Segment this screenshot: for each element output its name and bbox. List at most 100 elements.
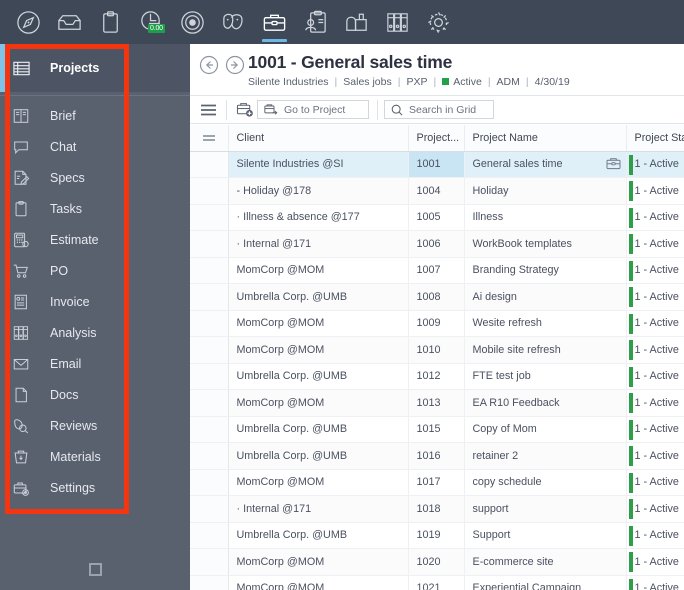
status-indicator-bar: [628, 446, 633, 466]
column-header-handle[interactable]: [190, 125, 229, 152]
sidebar-item-settings[interactable]: Settings: [0, 472, 190, 503]
masks-icon[interactable]: [213, 0, 254, 44]
status-indicator-bar: [628, 154, 633, 175]
search-icon: [391, 104, 403, 116]
goto-project-label: Go to Project: [284, 103, 346, 116]
table-row[interactable]: Silente Industries @SI 1001 General sales …: [190, 151, 684, 178]
sidebar: Projects Brief Chat Specs Tasks Estimate…: [0, 44, 190, 590]
table-row[interactable]: Umbrella Corp. @UMB 1015 Copy of Mom 1 - Ac…: [190, 416, 684, 443]
table-row[interactable]: · Illness & absence @177 1005 Illness 1 - A…: [190, 204, 684, 231]
row-handle[interactable]: [190, 495, 229, 523]
cell-project-number: 1008: [408, 283, 465, 311]
binders-icon: [12, 322, 38, 344]
status-indicator-bar: [628, 366, 633, 387]
table-row[interactable]: - Holiday @178 1004 Holiday 1 - Active: [190, 177, 684, 205]
envelope-icon: [12, 353, 38, 375]
status-label: 1 - Active: [634, 237, 679, 250]
sidebar-item-tasks[interactable]: Tasks: [0, 193, 190, 224]
cell-project-status: 1 - Active: [626, 257, 684, 284]
table-row[interactable]: · Internal @171 1006 WorkBook templates 1 -…: [190, 230, 684, 258]
table-row[interactable]: MomCorp @MOM 1021 Experiential Campaign 1 -…: [190, 575, 684, 590]
cell-project-status: 1 - Active: [626, 442, 684, 470]
collapse-panel-icon[interactable]: [88, 562, 102, 576]
table-row[interactable]: MomCorp @MOM 1017 copy schedule 1 - Active: [190, 469, 684, 496]
inbox-icon[interactable]: [49, 0, 90, 44]
briefcase-icon: [606, 157, 621, 173]
time-cost-icon[interactable]: 0.00: [131, 0, 172, 44]
cell-client: Umbrella Corp. @UMB: [228, 522, 409, 549]
sidebar-item-docs[interactable]: Docs: [0, 379, 190, 410]
briefcase-icon[interactable]: [254, 0, 295, 44]
sidebar-item-specs[interactable]: Specs: [0, 162, 190, 193]
compass-icon[interactable]: [8, 0, 49, 44]
cell-project-status: 1 - Active: [626, 363, 684, 390]
cell-project-number: 1015: [408, 416, 465, 443]
table-row[interactable]: Umbrella Corp. @UMB 1019 Support 1 - Active: [190, 522, 684, 549]
sidebar-item-estimate[interactable]: Estimate: [0, 224, 190, 255]
table-row[interactable]: · Internal @171 1018 support 1 - Active: [190, 495, 684, 523]
table-row[interactable]: MomCorp @MOM 1013 EA R10 Feedback 1 - Activ…: [190, 389, 684, 417]
row-handle[interactable]: [190, 469, 229, 496]
cell-client: - Holiday @178: [228, 177, 409, 205]
row-handle[interactable]: [190, 230, 229, 258]
gear-icon[interactable]: [418, 0, 459, 44]
new-project-icon[interactable]: [233, 96, 257, 124]
row-handle[interactable]: [190, 389, 229, 417]
status-label: 1 - Active: [634, 343, 679, 356]
table-row[interactable]: MomCorp @MOM 1009 Wesite refresh 1 - Active: [190, 310, 684, 337]
search-input[interactable]: Search in Grid: [384, 100, 494, 119]
goto-project-input[interactable]: Go to Project: [257, 100, 369, 119]
cell-project-status: 1 - Active: [626, 204, 684, 231]
selected-accent-bar: [0, 44, 5, 92]
column-header-project-name[interactable]: Project Name: [464, 125, 627, 152]
row-handle[interactable]: [190, 442, 229, 470]
mailbox-icon[interactable]: [336, 0, 377, 44]
row-handle[interactable]: [190, 336, 229, 364]
breadcrumb-client: Silente Industries: [248, 76, 329, 88]
row-handle[interactable]: [190, 257, 229, 284]
table-row[interactable]: Umbrella Corp. @UMB 1008 Ai design 1 - Acti…: [190, 283, 684, 311]
sidebar-item-projects[interactable]: Projects: [0, 44, 190, 92]
row-handle[interactable]: [190, 204, 229, 231]
sidebar-item-brief[interactable]: Brief: [0, 100, 190, 131]
arrow-right-circle-icon[interactable]: [224, 54, 246, 76]
row-handle[interactable]: [190, 283, 229, 311]
column-header-project-status[interactable]: Project Status: [626, 125, 684, 152]
cell-project-name: retainer 2: [464, 442, 627, 470]
table-row[interactable]: Umbrella Corp. @UMB 1012 FTE test job 1 - A…: [190, 363, 684, 390]
sidebar-item-email[interactable]: Email: [0, 348, 190, 379]
time-cost-badge: 0.00: [148, 24, 165, 33]
row-handle[interactable]: [190, 522, 229, 549]
contacts-icon[interactable]: [295, 0, 336, 44]
table-row[interactable]: MomCorp @MOM 1020 E-commerce site 1 - Activ…: [190, 548, 684, 576]
row-handle[interactable]: [190, 548, 229, 576]
status-indicator-bar: [628, 552, 633, 572]
row-handle[interactable]: [190, 151, 229, 178]
breadcrumb-owner: ADM: [496, 76, 520, 88]
binders-icon[interactable]: [377, 0, 418, 44]
clipboard-icon[interactable]: [90, 0, 131, 44]
column-header-client[interactable]: Client: [228, 125, 409, 152]
cell-project-name: General sales time: [464, 151, 627, 178]
arrow-left-circle-icon[interactable]: [198, 54, 220, 76]
hamburger-menu-icon[interactable]: [196, 96, 220, 124]
sidebar-item-label: PO: [50, 263, 69, 278]
table-row[interactable]: MomCorp @MOM 1010 Mobile site refresh 1 - A…: [190, 336, 684, 364]
sidebar-item-po[interactable]: PO: [0, 255, 190, 286]
sidebar-item-reviews[interactable]: Reviews: [0, 410, 190, 441]
sidebar-item-chat[interactable]: Chat: [0, 131, 190, 162]
row-handle[interactable]: [190, 416, 229, 443]
table-row[interactable]: MomCorp @MOM 1007 Branding Strategy 1 - Act…: [190, 257, 684, 284]
target-icon[interactable]: [172, 0, 213, 44]
row-handle[interactable]: [190, 363, 229, 390]
sidebar-item-materials[interactable]: Materials: [0, 441, 190, 472]
table-row[interactable]: Umbrella Corp. @UMB 1016 retainer 2 1 - Act…: [190, 442, 684, 470]
sidebar-item-analysis[interactable]: Analysis: [0, 317, 190, 348]
row-handle[interactable]: [190, 310, 229, 337]
row-handle[interactable]: [190, 575, 229, 590]
sidebar-item-label: Reviews: [50, 418, 98, 433]
sidebar-item-invoice[interactable]: Invoice: [0, 286, 190, 317]
column-header-project-number[interactable]: Project...: [408, 125, 465, 152]
row-handle[interactable]: [190, 177, 229, 205]
cell-project-name: copy schedule: [464, 469, 627, 496]
